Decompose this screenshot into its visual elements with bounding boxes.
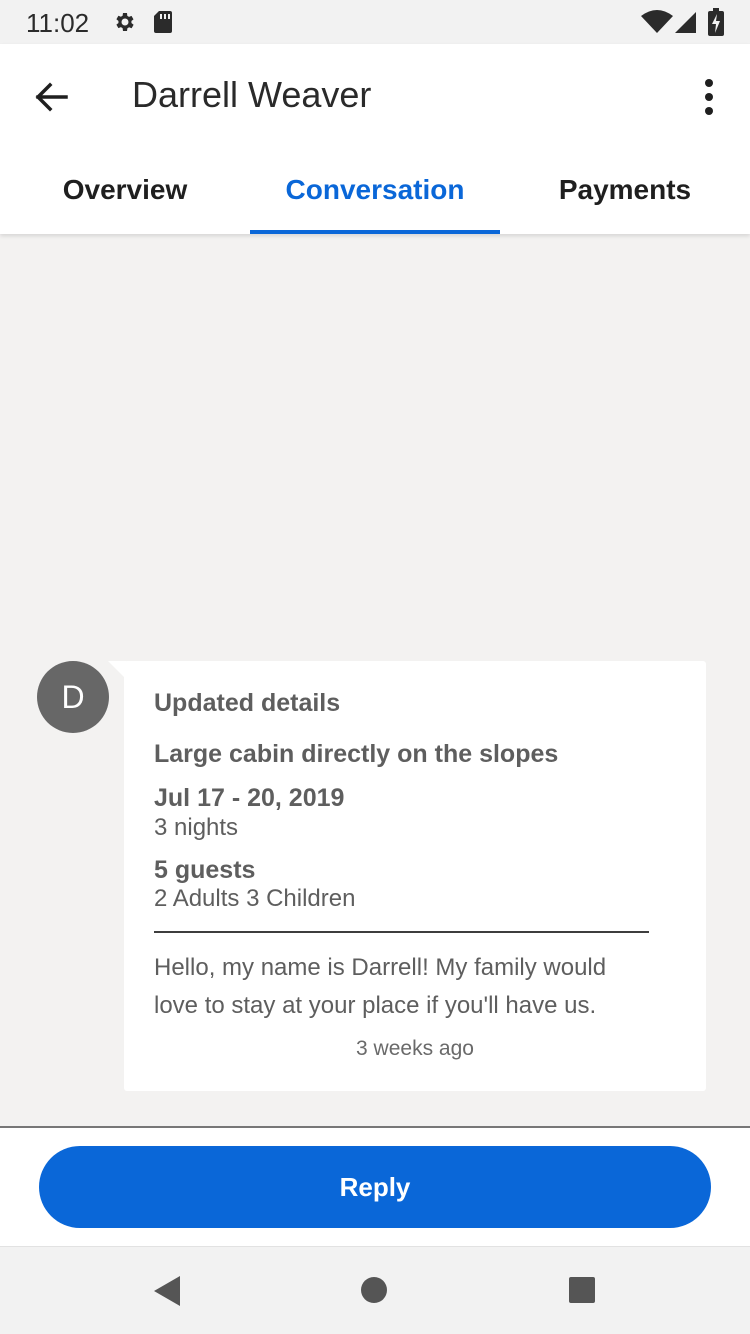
divider — [154, 931, 649, 933]
battery-charging-icon — [708, 8, 724, 36]
tab-indicator — [250, 230, 500, 234]
status-time: 11:02 — [26, 8, 90, 38]
message-timestamp: 3 weeks ago — [356, 1037, 474, 1060]
signal-icon — [675, 12, 696, 33]
tab-payments[interactable]: Payments — [500, 154, 750, 234]
app-bar: Darrell Weaver Overview Conversation Pay… — [0, 44, 750, 234]
avatar: D — [37, 661, 109, 733]
system-nav-bar — [0, 1246, 750, 1334]
wifi-icon — [641, 10, 673, 33]
stay-dates: Jul 17 - 20, 2019 — [154, 784, 345, 812]
status-bar: 11:02 — [0, 0, 750, 44]
gear-icon — [116, 13, 134, 31]
guest-breakdown: 2 Adults 3 Children — [154, 885, 356, 912]
nav-recents-icon[interactable] — [568, 1276, 596, 1304]
message-card: Updated details Large cabin directly on … — [124, 661, 706, 1091]
reply-bar: Reply — [0, 1128, 750, 1246]
sd-card-icon — [154, 11, 172, 33]
reply-button[interactable]: Reply — [39, 1146, 711, 1228]
listing-name: Large cabin directly on the slopes — [154, 740, 559, 768]
page-title: Darrell Weaver — [132, 74, 372, 115]
nav-home-icon[interactable] — [360, 1276, 388, 1304]
tab-bar: Overview Conversation Payments — [0, 154, 750, 234]
nav-back-icon[interactable] — [150, 1273, 184, 1309]
message-body: Hello, my name is Darrell! My family wou… — [154, 954, 607, 1019]
stay-nights: 3 nights — [154, 814, 239, 841]
message-heading: Updated details — [154, 689, 341, 717]
arrow-left-icon[interactable] — [30, 76, 72, 118]
guest-count: 5 guests — [154, 856, 256, 884]
more-vertical-icon[interactable] — [694, 76, 724, 118]
tab-overview[interactable]: Overview — [0, 154, 250, 234]
tab-conversation[interactable]: Conversation — [250, 154, 500, 234]
